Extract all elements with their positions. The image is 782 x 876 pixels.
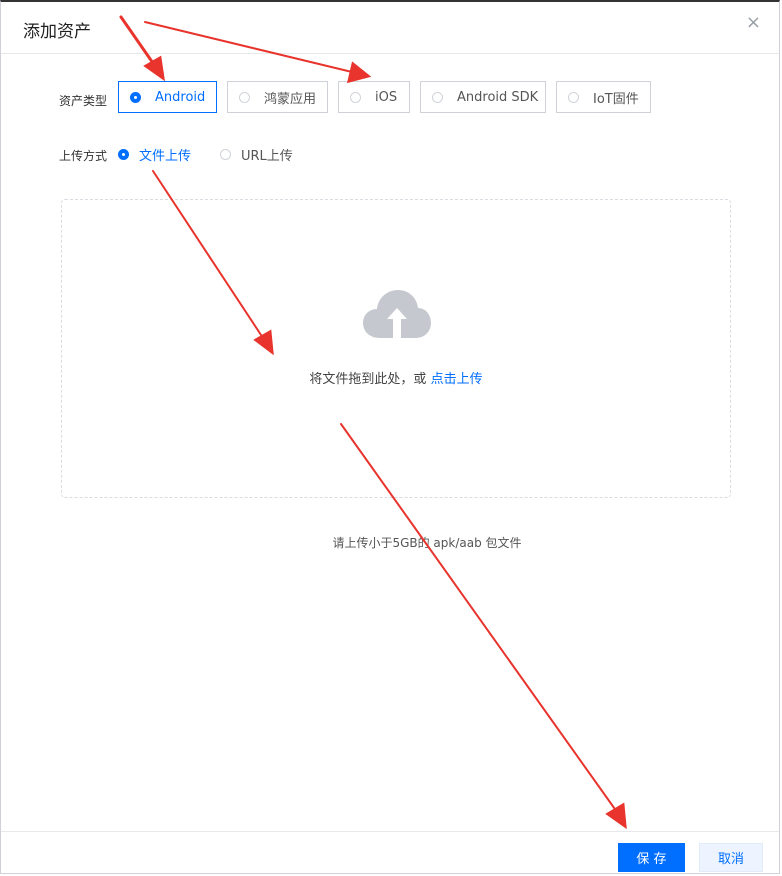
radio-icon — [239, 91, 250, 103]
upload-method-url[interactable]: URL上传 — [220, 145, 293, 164]
file-dropzone[interactable]: 将文件拖到此处，或 点击上传 — [61, 199, 731, 498]
dropzone-text: 将文件拖到此处，或 点击上传 — [62, 368, 730, 387]
asset-type-harmony[interactable]: 鸿蒙应用 — [227, 81, 328, 113]
asset-type-iot[interactable]: IoT固件 — [556, 81, 651, 113]
add-asset-dialog: 添加资产 × 资产类型 Android 鸿蒙应用 iOS Android SDK… — [0, 0, 780, 874]
asset-type-android-sdk-label: Android SDK — [457, 89, 539, 105]
asset-type-ios[interactable]: iOS — [338, 81, 410, 113]
upload-method-file-label: 文件上传 — [139, 149, 192, 164]
radio-icon — [432, 91, 443, 103]
asset-type-android-sdk[interactable]: Android SDK — [420, 81, 546, 113]
upload-method-url-label: URL上传 — [241, 149, 293, 164]
asset-type-android[interactable]: Android — [118, 81, 217, 113]
close-icon[interactable]: × — [746, 14, 761, 32]
upload-method-label: 上传方式 — [59, 149, 108, 163]
dialog-header: 添加资产 × — [1, 2, 779, 54]
asset-type-ios-label: iOS — [375, 89, 398, 105]
upload-method-file[interactable]: 文件上传 — [118, 145, 191, 164]
radio-icon — [350, 91, 361, 103]
radio-icon — [220, 149, 231, 160]
footer-divider — [1, 831, 779, 832]
dialog-title: 添加资产 — [23, 22, 91, 42]
asset-type-harmony-label: 鸿蒙应用 — [264, 91, 317, 107]
radio-icon — [130, 91, 141, 103]
dropzone-prefix: 将文件拖到此处，或 — [309, 372, 431, 387]
radio-icon — [118, 149, 129, 160]
asset-type-android-label: Android — [155, 89, 206, 105]
cancel-button[interactable]: 取消 — [699, 843, 763, 872]
upload-hint: 请上传小于5GB的 apk/aab 包文件 — [332, 536, 522, 550]
asset-type-iot-label: IoT固件 — [593, 91, 639, 107]
cloud-upload-icon — [363, 290, 431, 340]
save-button[interactable]: 保 存 — [618, 843, 685, 872]
radio-icon — [568, 91, 579, 103]
click-upload-link[interactable]: 点击上传 — [431, 372, 483, 387]
asset-type-label: 资产类型 — [59, 94, 108, 108]
